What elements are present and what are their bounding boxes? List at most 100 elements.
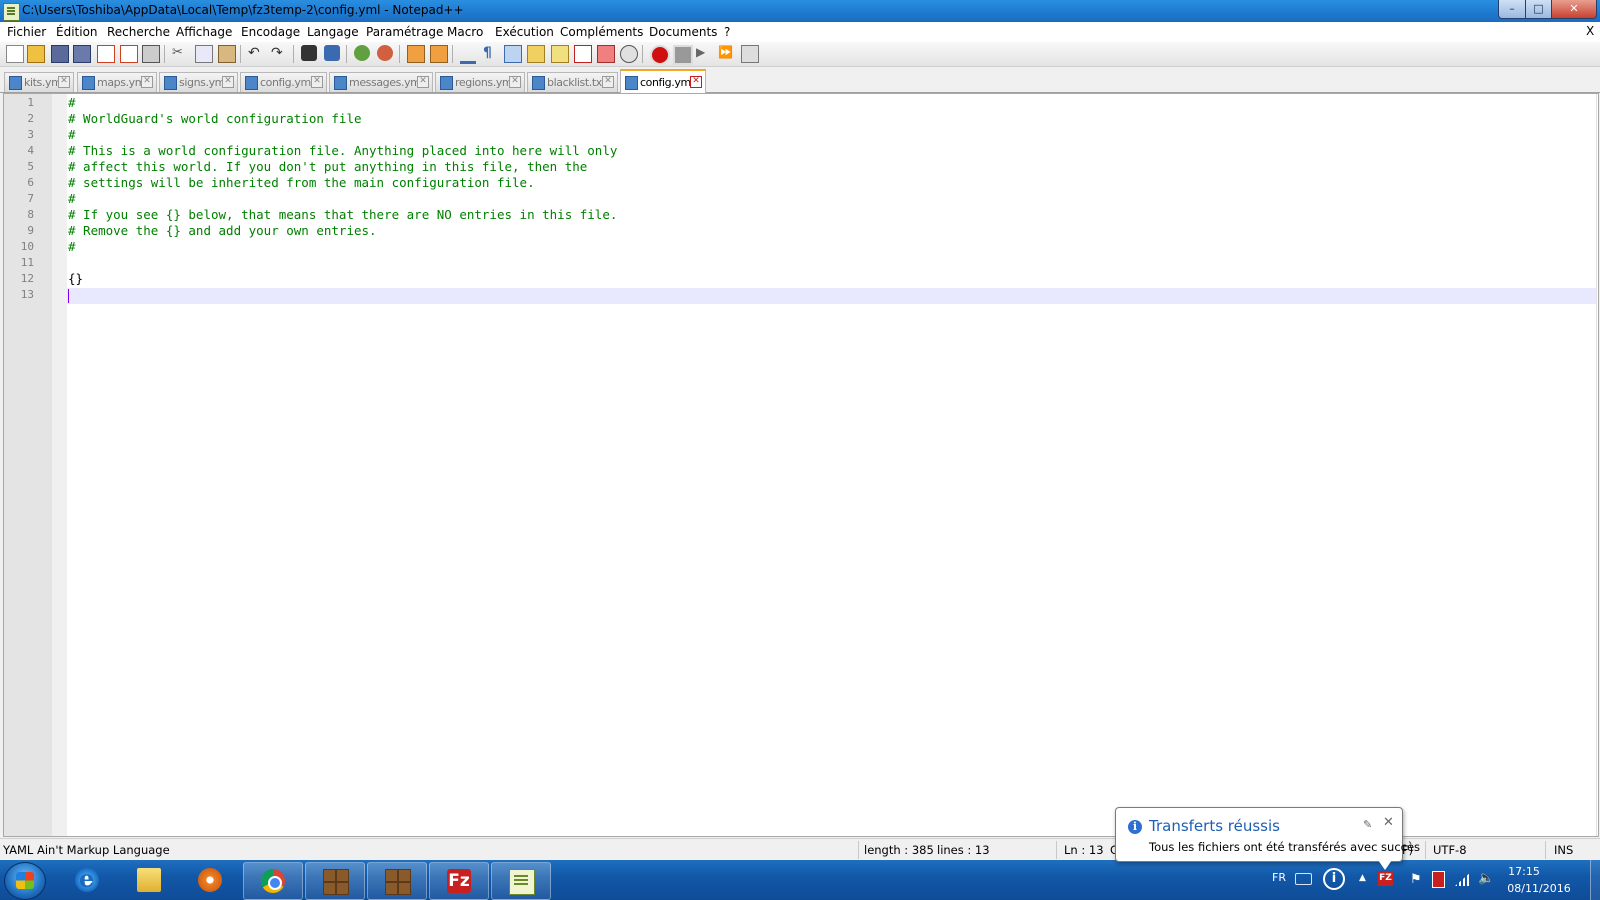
find-icon[interactable]: [301, 45, 317, 61]
taskbar-media-player[interactable]: [181, 862, 239, 898]
tab-close-icon[interactable]: ✕: [141, 76, 153, 88]
zoom-in-icon[interactable]: [354, 45, 370, 61]
tab-kits-yml[interactable]: kits.yml ✕: [4, 72, 74, 92]
fold-margin[interactable]: [52, 94, 67, 836]
taskbar-chrome[interactable]: [243, 862, 303, 900]
paste-icon[interactable]: [218, 45, 236, 63]
sync-horizontal-icon[interactable]: [430, 45, 448, 63]
new-file-icon[interactable]: [6, 45, 24, 63]
battery-icon[interactable]: [1432, 871, 1445, 888]
menu-help[interactable]: ?: [724, 25, 730, 39]
close-icon[interactable]: [97, 45, 115, 63]
folder-workspace-icon[interactable]: [597, 45, 615, 63]
menu-affichage[interactable]: Affichage: [176, 25, 232, 39]
tab-close-icon[interactable]: ✕: [509, 76, 521, 88]
tab-close-icon[interactable]: ✕: [417, 76, 429, 88]
udl-icon[interactable]: [527, 45, 545, 63]
record-macro-icon[interactable]: [650, 45, 670, 65]
redo-icon[interactable]: ↷: [271, 45, 287, 61]
clock-time[interactable]: 17:15: [1499, 865, 1549, 878]
function-list-icon[interactable]: [551, 45, 569, 63]
menu-langage[interactable]: Langage: [307, 25, 359, 39]
menu-documents[interactable]: Documents: [649, 25, 717, 39]
replace-icon[interactable]: [324, 45, 340, 61]
clock-date[interactable]: 08/11/2016: [1504, 882, 1574, 895]
text-editor[interactable]: 1 2 3 4 5 6 7 8 9 10 11 12 13 # # WorldG…: [3, 93, 1599, 837]
tab-regions-yml[interactable]: regions.yml ✕: [435, 72, 525, 92]
menu-complements[interactable]: Compléments: [560, 25, 643, 39]
code-line[interactable]: # WorldGuard's world configuration file: [68, 111, 362, 126]
tab-blacklist-txt[interactable]: blacklist.txt ✕: [527, 72, 618, 92]
cut-icon[interactable]: ✂: [172, 45, 188, 61]
menu-recherche[interactable]: Recherche: [107, 25, 170, 39]
maximize-button[interactable]: □: [1525, 0, 1552, 19]
network-signal-icon[interactable]: [1455, 872, 1471, 886]
language-indicator[interactable]: FR: [1272, 871, 1286, 884]
assistant-icon[interactable]: i: [1323, 868, 1345, 890]
menu-encodage[interactable]: Encodage: [241, 25, 300, 39]
code-line[interactable]: #: [68, 127, 76, 142]
code-line[interactable]: # Remove the {} and add your own entries…: [68, 223, 377, 238]
show-desktop-button[interactable]: [1590, 860, 1600, 900]
notepadpp-app-icon[interactable]: [3, 3, 20, 21]
close-window-button[interactable]: ✕: [1551, 0, 1597, 19]
tab-config-yml-active[interactable]: config.yml ✕: [620, 69, 706, 94]
code-line[interactable]: # If you see {} below, that means that t…: [68, 207, 617, 222]
start-button[interactable]: [4, 862, 46, 900]
pin-icon[interactable]: ✎: [1363, 818, 1372, 831]
code-line[interactable]: {}: [68, 271, 83, 286]
tab-close-icon[interactable]: ✕: [602, 76, 614, 88]
undo-icon[interactable]: ↶: [248, 45, 264, 61]
indent-guide-icon[interactable]: [504, 45, 522, 63]
doc-map-icon[interactable]: [574, 45, 592, 63]
save-macro-icon[interactable]: [741, 45, 759, 63]
taskbar-minecraft-2[interactable]: [367, 862, 427, 900]
close-document-button[interactable]: X: [1586, 24, 1594, 38]
monitoring-icon[interactable]: [620, 45, 638, 63]
tab-close-icon[interactable]: ✕: [58, 76, 70, 88]
minimize-button[interactable]: –: [1498, 0, 1526, 19]
menu-edition[interactable]: Édition: [56, 25, 98, 39]
notification-balloon[interactable]: i Transferts réussis Tous les fichiers o…: [1115, 807, 1420, 870]
taskbar-filezilla[interactable]: Fz: [429, 862, 489, 900]
tab-close-icon[interactable]: ✕: [311, 76, 323, 88]
menu-execution[interactable]: Exécution: [495, 25, 554, 39]
code-line[interactable]: #: [68, 95, 76, 110]
tab-messages-yml[interactable]: messages.yml ✕: [329, 72, 433, 92]
tab-close-icon[interactable]: ✕: [690, 76, 702, 88]
taskbar-minecraft-1[interactable]: [305, 862, 365, 900]
filezilla-tray-icon[interactable]: FZ: [1378, 871, 1393, 886]
show-all-chars-icon[interactable]: ¶: [483, 45, 499, 61]
menu-fichier[interactable]: Fichier: [7, 25, 46, 39]
code-line[interactable]: # affect this world. If you don't put an…: [68, 159, 587, 174]
taskbar-internet-explorer[interactable]: [58, 862, 116, 898]
notification-close-button[interactable]: ✕: [1383, 815, 1394, 830]
save-icon[interactable]: [51, 45, 69, 63]
show-hidden-icons-icon[interactable]: ▲: [1359, 873, 1366, 883]
print-icon[interactable]: [142, 45, 160, 63]
tab-close-icon[interactable]: ✕: [222, 76, 234, 88]
tab-signs-yml[interactable]: signs.yml ✕: [159, 72, 238, 92]
close-all-icon[interactable]: [120, 45, 138, 63]
run-macro-multiple-icon[interactable]: ⏩: [718, 45, 734, 61]
code-line[interactable]: # settings will be inherited from the ma…: [68, 175, 535, 190]
volume-icon[interactable]: 🔈: [1478, 871, 1494, 886]
tab-maps-yml[interactable]: maps.yml ✕: [77, 72, 157, 92]
tab-config-yml-1[interactable]: config.yml ✕: [240, 72, 327, 92]
word-wrap-icon[interactable]: [460, 45, 476, 64]
action-center-flag-icon[interactable]: ⚑: [1410, 872, 1422, 887]
open-file-icon[interactable]: [27, 45, 45, 63]
play-macro-icon[interactable]: ▶: [696, 45, 712, 61]
save-all-icon[interactable]: [73, 45, 91, 63]
code-line[interactable]: #: [68, 239, 76, 254]
menu-parametrage[interactable]: Paramétrage: [366, 25, 443, 39]
taskbar-windows-explorer[interactable]: [120, 862, 178, 898]
keyboard-icon[interactable]: [1295, 873, 1312, 885]
code-line[interactable]: #: [68, 191, 76, 206]
taskbar-notepadpp[interactable]: [491, 862, 551, 900]
copy-icon[interactable]: [195, 45, 213, 63]
sync-vertical-icon[interactable]: [407, 45, 425, 63]
zoom-out-icon[interactable]: [377, 45, 393, 61]
code-line[interactable]: # This is a world configuration file. An…: [68, 143, 617, 158]
menu-macro[interactable]: Macro: [447, 25, 483, 39]
